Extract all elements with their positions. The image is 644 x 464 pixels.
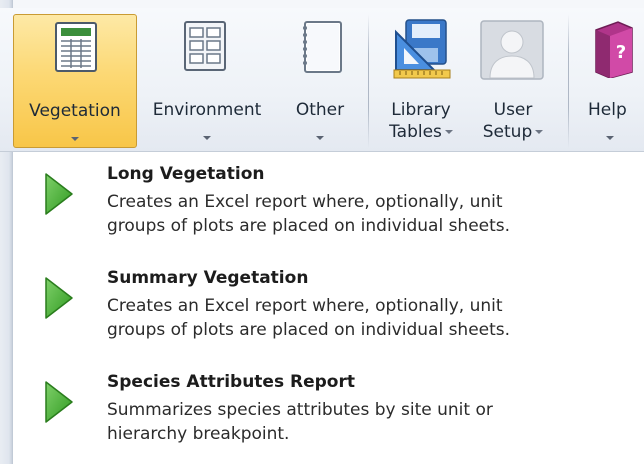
chevron-down-icon: [444, 130, 453, 134]
menu-item-description-line: Creates an Excel report where, optionall…: [107, 192, 503, 212]
menu-item-title: Long Vegetation: [107, 164, 265, 184]
app-window: Vegetation Environment Other Library Tab…: [0, 0, 644, 464]
play-arrow-icon: [45, 173, 73, 215]
menu-item-description: Creates an Excel report where, optionall…: [107, 294, 627, 342]
vegetation-button-label: Vegetation: [29, 101, 121, 121]
menu-item-long-vegetation[interactable]: Long Vegetation Creates an Excel report …: [13, 158, 644, 250]
library-tables-icon: [393, 19, 451, 79]
play-arrow-icon: [45, 381, 73, 423]
vegetation-button[interactable]: Vegetation: [13, 14, 137, 148]
svg-text:?: ?: [616, 42, 626, 63]
chevron-down-icon: [316, 136, 324, 140]
menu-item-description-line: groups of plots are placed on individual…: [107, 320, 511, 340]
help-button[interactable]: ? Help: [576, 14, 644, 148]
vegetation-dropdown-menu: Long Vegetation Creates an Excel report …: [13, 152, 644, 464]
play-arrow-icon: [45, 277, 73, 319]
window-top-strip: [0, 0, 644, 8]
menu-item-description-line: groups of plots are placed on individual…: [107, 216, 511, 236]
blank-notebook-icon: [303, 21, 342, 73]
chevron-down-icon: [606, 136, 614, 140]
user-setup-label-text: Setup: [482, 122, 533, 142]
menu-item-description-line: Creates an Excel report where, optionall…: [107, 296, 503, 316]
ribbon-separator: [368, 14, 369, 148]
other-button[interactable]: Other: [279, 14, 361, 148]
report-sheet-icon: [55, 22, 97, 72]
menu-item-description-line: hierarchy breakpoint.: [107, 424, 290, 444]
help-button-label: Help: [588, 100, 627, 120]
environment-button-label: Environment: [152, 100, 262, 120]
user-setup-label-line2: Setup: [466, 122, 560, 142]
menu-item-description-line: Summarizes species attributes by site un…: [107, 400, 493, 420]
library-tables-label-text: Tables: [389, 122, 442, 142]
chevron-down-icon: [203, 136, 211, 140]
other-button-label: Other: [295, 100, 345, 120]
library-tables-label-line1: Library: [391, 100, 451, 120]
menu-item-summary-vegetation[interactable]: Summary Vegetation Creates an Excel repo…: [13, 262, 644, 354]
menu-item-species-attributes-report[interactable]: Species Attributes Report Summarizes spe…: [13, 366, 644, 458]
chevron-down-icon: [71, 137, 79, 141]
menu-item-title: Summary Vegetation: [107, 268, 309, 288]
user-setup-label-line1: User: [493, 100, 533, 120]
menu-item-description: Summarizes species attributes by site un…: [107, 398, 627, 446]
ribbon-separator: [568, 14, 569, 148]
report-grid-icon: [184, 21, 226, 71]
help-book-icon: ?: [595, 21, 633, 78]
ribbon-toolbar: Vegetation Environment Other Library Tab…: [0, 8, 644, 152]
user-silhouette-icon: [480, 20, 544, 80]
menu-item-description: Creates an Excel report where, optionall…: [107, 190, 627, 238]
library-tables-button[interactable]: Library Tables: [376, 14, 466, 148]
user-setup-button[interactable]: User Setup: [466, 14, 560, 148]
menu-item-title: Species Attributes Report: [107, 372, 355, 392]
library-tables-label-line2: Tables: [376, 122, 466, 142]
chevron-down-icon: [535, 130, 544, 134]
environment-button[interactable]: Environment: [137, 14, 277, 148]
